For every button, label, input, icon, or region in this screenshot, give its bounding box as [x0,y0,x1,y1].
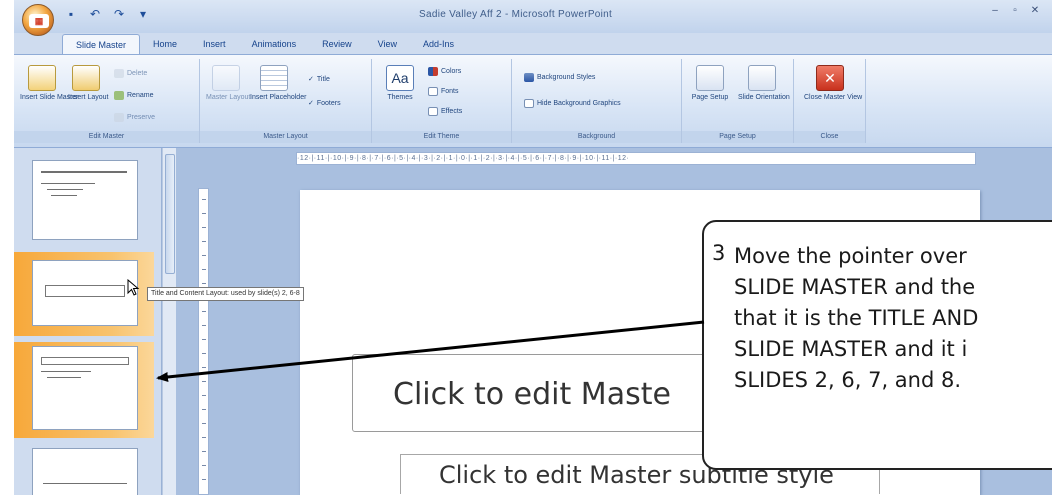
title-checkbox[interactable]: ✓ Title [308,75,330,84]
master-layout-icon [212,65,240,91]
title-and-content-layout-thumbnail[interactable] [32,346,138,430]
slide-master-thumbnail[interactable] [32,160,138,240]
effects-icon [428,107,438,116]
ribbon: Insert Slide Master Insert Layout Delete… [14,54,1052,148]
close-master-view-button[interactable]: ✕ Close Master View [804,65,862,102]
edit-master-group: Insert Slide Master Insert Layout Delete… [14,59,200,143]
redo-icon[interactable]: ↷ [112,7,126,21]
colors-icon [428,67,438,76]
page-setup-icon [696,65,724,91]
close-master-icon: ✕ [816,65,844,91]
close-group: ✕ Close Master View Close [794,59,866,143]
themes-icon: Aa [386,65,414,91]
background-styles-icon [524,73,534,82]
edit-master-label: Edit Master [14,131,199,143]
insert-placeholder-icon [260,65,288,91]
section-header-layout-thumbnail[interactable] [32,448,138,495]
tab-view[interactable]: View [365,34,410,54]
callout-line: SLIDE MASTER and it i [734,337,968,361]
rename-button[interactable]: Rename [114,91,153,100]
close-label: Close [794,131,865,143]
preserve-icon [114,113,124,122]
fonts-icon [428,87,438,96]
background-styles-button[interactable]: Background Styles [524,73,595,82]
tab-review[interactable]: Review [309,34,365,54]
insert-slide-master-button[interactable]: Insert Slide Master [20,65,78,102]
checkmark-icon: ✓ [308,76,314,83]
master-layout-button[interactable]: Master Layout [206,65,250,102]
layout-tooltip: Title and Content Layout: used by slide(… [147,287,304,301]
delete-icon [114,69,124,78]
ribbon-tabs: Slide Master Home Insert Animations Revi… [62,34,467,54]
edit-theme-label: Edit Theme [372,131,511,143]
step-number: 3 [712,241,726,265]
insert-slide-master-icon [28,65,56,91]
slide-orientation-button[interactable]: Slide Orientation [738,65,790,102]
slide-orientation-icon [748,65,776,91]
maximize-button[interactable]: ▫ [1006,4,1024,18]
tab-home[interactable]: Home [140,34,190,54]
callout-line: SLIDE MASTER and the [734,275,976,299]
insert-layout-button[interactable]: Insert Layout [68,65,108,102]
minimize-button[interactable]: – [986,4,1004,18]
office-logo-icon: ▦ [29,14,49,28]
master-layout-label: Master Layout [200,131,371,143]
page-setup-group: Page Setup Slide Orientation Page Setup [682,59,794,143]
page-setup-button[interactable]: Page Setup [690,65,730,102]
edit-theme-group: Aa Themes Colors Fonts Effects Edit Them… [372,59,512,143]
qat-dropdown-icon[interactable]: ▾ [136,7,150,21]
window-title: Sadie Valley Aff 2 - Microsoft PowerPoin… [419,9,613,20]
powerpoint-window: ▪ ↶ ↷ ▾ Sadie Valley Aff 2 - Microsoft P… [0,0,1052,495]
scrollbar-thumb[interactable] [165,154,175,274]
horizontal-ruler: ·12·|·11·|·10·|·9·|·8·|·7·|·6·|·5·|·4·|·… [296,152,976,165]
colors-button[interactable]: Colors [428,67,461,76]
background-label: Background [512,131,681,143]
tab-insert[interactable]: Insert [190,34,239,54]
preserve-button[interactable]: Preserve [114,113,155,122]
checkbox-icon [524,99,534,108]
fonts-button[interactable]: Fonts [428,87,459,96]
rename-icon [114,91,124,100]
quick-access-toolbar: ▪ ↶ ↷ ▾ [64,7,150,21]
panel-scrollbar[interactable] [162,148,176,495]
instruction-callout: 3 Move the pointer over SLIDE MASTER and… [702,220,1052,470]
title-bar: ▪ ↶ ↷ ▾ Sadie Valley Aff 2 - Microsoft P… [14,0,1052,33]
callout-line: that it is the TITLE AND [734,306,979,330]
callout-line: SLIDES 2, 6, 7, and 8. [734,368,962,392]
undo-icon[interactable]: ↶ [88,7,102,21]
save-icon[interactable]: ▪ [64,7,78,21]
title-slide-layout-thumbnail[interactable] [32,260,138,326]
insert-layout-icon [72,65,100,91]
window-controls: – ▫ ✕ [986,4,1044,18]
tab-slide-master[interactable]: Slide Master [62,34,141,54]
tab-animations[interactable]: Animations [239,34,310,54]
effects-button[interactable]: Effects [428,107,462,116]
background-group: Background Styles Hide Background Graphi… [512,59,682,143]
callout-text: Move the pointer over SLIDE MASTER and t… [734,241,978,396]
callout-line: Move the pointer over [734,244,967,268]
office-button[interactable]: ▦ [22,4,54,36]
delete-button[interactable]: Delete [114,69,147,78]
slide-thumbnail-panel [14,148,162,495]
checkmark-icon: ✓ [308,100,314,107]
vertical-ruler [198,188,209,495]
title-placeholder-text: Click to edit Maste [393,377,671,412]
footers-checkbox[interactable]: ✓ Footers [308,99,341,108]
mouse-pointer-icon [127,279,140,296]
hide-background-graphics-checkbox[interactable]: Hide Background Graphics [524,99,621,108]
close-window-button[interactable]: ✕ [1026,4,1044,18]
themes-button[interactable]: Aa Themes [380,65,420,102]
page-setup-label: Page Setup [682,131,793,143]
master-layout-group: Master Layout Insert Placeholder ✓ Title… [200,59,372,143]
insert-placeholder-button[interactable]: Insert Placeholder [250,65,306,102]
tab-add-ins[interactable]: Add-Ins [410,34,467,54]
